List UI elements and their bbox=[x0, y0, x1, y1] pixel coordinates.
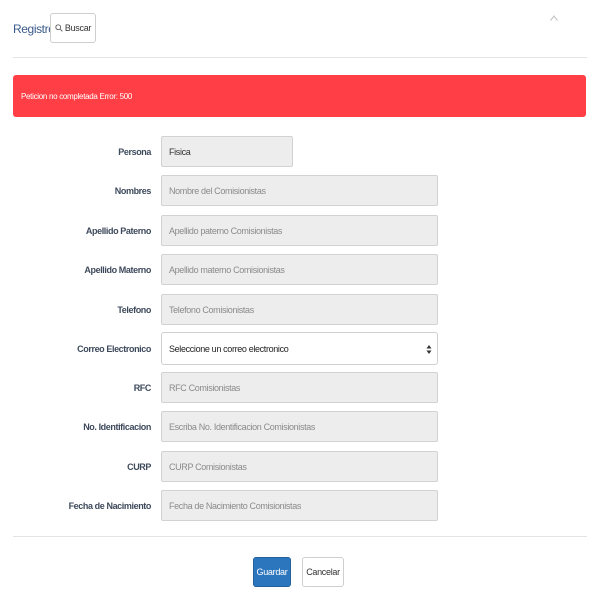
label-apellido-materno: Apellido Materno bbox=[84, 265, 151, 275]
error-alert-message: Peticion no completada Error: 500 bbox=[21, 91, 133, 101]
label-rfc: RFC bbox=[133, 383, 152, 393]
select-arrows-icon bbox=[426, 345, 432, 354]
label-telefono: Telefono bbox=[117, 305, 151, 315]
apellido-materno-input[interactable]: Apellido materno Comisionistas bbox=[161, 254, 438, 285]
search-button[interactable]: Buscar bbox=[50, 13, 96, 43]
apellido-paterno-input[interactable]: Apellido paterno Comisionistas bbox=[161, 215, 438, 246]
label-curp: CURP bbox=[127, 462, 151, 472]
save-button[interactable]: Guardar bbox=[253, 557, 291, 587]
chevron-up-icon[interactable] bbox=[549, 14, 559, 22]
telefono-input[interactable]: Telefono Comisionistas bbox=[161, 294, 438, 325]
cancel-button[interactable]: Cancelar bbox=[302, 557, 344, 587]
nombres-input[interactable]: Nombre del Comisionistas bbox=[161, 175, 438, 206]
label-no-identificacion: No. Identificacion bbox=[83, 422, 151, 432]
label-apellido-paterno: Apellido Paterno bbox=[85, 226, 152, 236]
label-nombres: Nombres bbox=[114, 186, 152, 196]
correo-electronico-selected: Seleccione un correo electronico bbox=[169, 343, 289, 354]
correo-electronico-select[interactable]: Seleccione un correo electronico bbox=[161, 332, 438, 365]
curp-input[interactable]: CURP Comisionistas bbox=[161, 451, 438, 482]
error-alert: Peticion no completada Error: 500 bbox=[13, 75, 586, 117]
no-identificacion-input[interactable]: Escriba No. Identificacion Comisionistas bbox=[161, 411, 438, 442]
label-fecha-de-nacimiento: Fecha de Nacimiento bbox=[68, 501, 152, 511]
header-divider bbox=[13, 57, 587, 58]
footer-divider bbox=[13, 536, 587, 537]
rfc-input[interactable]: RFC Comisionistas bbox=[161, 372, 438, 403]
search-icon bbox=[55, 24, 63, 32]
fecha-de-nacimiento-input[interactable]: Fecha de Nacimiento Comisionistas bbox=[161, 490, 438, 521]
search-button-label: Buscar bbox=[64, 23, 92, 33]
panel-header: Registro Buscar bbox=[0, 0, 600, 58]
label-correo-electronico: Correo Electronico bbox=[77, 344, 151, 354]
persona-field[interactable]: Fisica bbox=[161, 136, 293, 167]
label-persona: Persona bbox=[118, 147, 151, 157]
page-title: Registro bbox=[13, 22, 55, 36]
